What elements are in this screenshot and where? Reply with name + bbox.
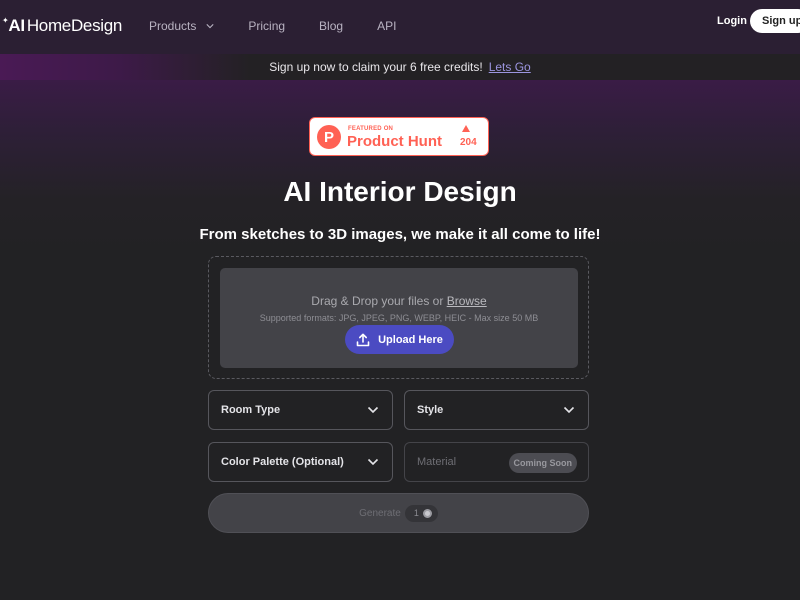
color-palette-select[interactable]: Color Palette (Optional)	[208, 442, 393, 482]
nav-products-label: Products	[149, 19, 197, 33]
ph-name: Product Hunt	[347, 133, 442, 150]
product-hunt-badge[interactable]: P FEATURED ON Product Hunt 204	[309, 117, 489, 156]
material-label: Material	[417, 456, 457, 468]
sparkle-icon: ✦	[2, 15, 9, 25]
coming-soon-badge: Coming Soon	[508, 453, 577, 473]
ph-upvote-count: 204	[460, 137, 477, 148]
file-dropzone[interactable]: Drag & Drop your files or Browse Support…	[208, 256, 589, 379]
style-select[interactable]: Style	[404, 390, 589, 430]
logo[interactable]: ✦ AI HomeDesign	[2, 16, 122, 36]
lets-go-link[interactable]: Lets Go	[489, 60, 531, 74]
nav-api[interactable]: API	[377, 19, 396, 33]
nav-blog[interactable]: Blog	[319, 19, 343, 33]
generate-label: Generate	[359, 507, 401, 519]
room-type-label: Room Type	[221, 404, 281, 416]
style-label: Style	[417, 404, 444, 416]
product-hunt-logo-icon: P	[317, 125, 341, 149]
nav-pricing[interactable]: Pricing	[248, 19, 285, 33]
drag-drop-label: Drag & Drop your files or	[311, 294, 444, 308]
nav-links: Products Pricing Blog API	[149, 19, 396, 33]
credit-cost-pill: 1	[404, 504, 438, 522]
material-select: Material Coming Soon	[404, 442, 589, 482]
page-title: AI Interior Design	[283, 176, 517, 207]
credit-cost: 1	[413, 508, 419, 518]
upvote-arrow-icon	[462, 125, 470, 132]
supported-formats-text: Supported formats: JPG, JPEG, PNG, WEBP,…	[259, 313, 539, 323]
page-subtitle: From sketches to 3D images, we make it a…	[199, 226, 601, 243]
login-button[interactable]: Login	[717, 14, 747, 28]
upload-button-label: Upload Here	[378, 333, 443, 346]
signup-button[interactable]: Sign up	[750, 9, 800, 33]
chevron-down-icon	[563, 406, 575, 414]
chevron-down-icon	[206, 24, 214, 29]
navbar: ✦ AI HomeDesign Products Pricing Blog AP…	[0, 0, 800, 54]
dropzone-inner: Drag & Drop your files or Browse Support…	[220, 268, 578, 368]
generate-button[interactable]: Generate 1	[208, 493, 589, 533]
promo-banner: Sign up now to claim your 6 free credits…	[0, 54, 800, 80]
logo-ai-text: AI	[8, 16, 25, 35]
chevron-down-icon	[367, 458, 379, 466]
coin-icon	[422, 508, 432, 518]
chevron-down-icon	[367, 406, 379, 414]
upload-button[interactable]: Upload Here	[345, 325, 454, 354]
nav-products[interactable]: Products	[149, 19, 214, 33]
drag-drop-text: Drag & Drop your files or Browse	[220, 294, 578, 308]
logo-brand-text: HomeDesign	[26, 16, 123, 35]
color-palette-label: Color Palette (Optional)	[221, 456, 344, 468]
promo-text: Sign up now to claim your 6 free credits…	[269, 60, 483, 74]
room-type-select[interactable]: Room Type	[208, 390, 393, 430]
ph-featured-label: FEATURED ON	[348, 126, 394, 132]
browse-link[interactable]: Browse	[447, 294, 487, 308]
upload-icon	[356, 333, 370, 346]
